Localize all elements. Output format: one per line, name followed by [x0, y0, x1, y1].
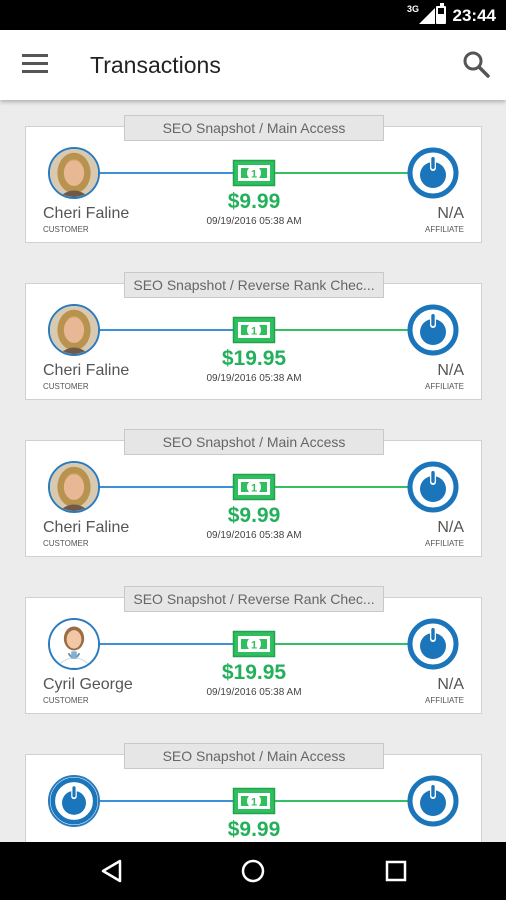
- customer-role: CUSTOMER: [43, 225, 89, 234]
- transaction-card[interactable]: SEO Snapshot / Main Access 1 $9.99: [25, 743, 482, 842]
- affiliate-name: N/A: [437, 205, 464, 222]
- customer-name: Cheri Faline: [43, 519, 130, 536]
- product-label: SEO Snapshot / Main Access: [124, 743, 384, 769]
- transaction-card[interactable]: SEO Snapshot / Main Access 1 Cheri Faline C…: [25, 429, 482, 557]
- money-icon: 1: [232, 473, 276, 501]
- affiliate-name: N/A: [437, 362, 464, 379]
- transaction-amount: $19.95: [221, 347, 287, 370]
- customer-avatar[interactable]: [48, 775, 100, 827]
- customer-role: CUSTOMER: [43, 382, 89, 391]
- signal-icon: [419, 8, 435, 24]
- svg-text:1: 1: [251, 483, 257, 495]
- customer-role: CUSTOMER: [43, 539, 89, 548]
- product-label: SEO Snapshot / Main Access: [124, 115, 384, 141]
- transaction-date: 09/19/2016 05:38 AM: [206, 687, 302, 698]
- network-type: 3G: [406, 4, 419, 14]
- affiliate-role: AFFILIATE: [425, 696, 464, 705]
- money-icon: 1: [232, 787, 276, 815]
- customer-role: CUSTOMER: [43, 696, 89, 705]
- transaction-date: 09/19/2016 05:38 AM: [206, 373, 302, 384]
- money-icon: 1: [232, 159, 276, 187]
- status-bar: 3G 23:44: [0, 0, 506, 30]
- affiliate-icon: [407, 775, 459, 827]
- connector-line: [98, 172, 236, 174]
- customer-name: Cheri Faline: [43, 362, 130, 379]
- svg-text:1: 1: [251, 640, 257, 652]
- customer-name: Cheri Faline: [43, 205, 130, 222]
- affiliate-icon: [407, 304, 459, 356]
- transaction-list[interactable]: SEO Snapshot / Main Access 1 Cheri Faline C…: [0, 100, 506, 842]
- customer-name: Cyril George: [43, 676, 133, 693]
- affiliate-name: N/A: [437, 519, 464, 536]
- connector-line: [272, 800, 412, 802]
- connector-line: [98, 486, 236, 488]
- connector-line: [272, 172, 412, 174]
- transaction-amount: $9.99: [227, 190, 281, 213]
- affiliate-icon: [407, 618, 459, 670]
- connector-line: [98, 643, 236, 645]
- customer-avatar[interactable]: [48, 618, 100, 670]
- affiliate-name: N/A: [437, 676, 464, 693]
- transaction-card[interactable]: SEO Snapshot / Main Access 1 Cheri Faline C…: [25, 115, 482, 243]
- page-title: Transactions: [90, 52, 221, 78]
- back-icon[interactable]: [100, 859, 124, 883]
- recents-icon[interactable]: [384, 859, 408, 883]
- product-label: SEO Snapshot / Reverse Rank Chec...: [124, 272, 384, 298]
- transaction-date: 09/19/2016 05:38 AM: [206, 216, 302, 227]
- product-label: SEO Snapshot / Main Access: [124, 429, 384, 455]
- customer-avatar[interactable]: [48, 304, 100, 356]
- search-icon[interactable]: [462, 50, 490, 78]
- transaction-card[interactable]: SEO Snapshot / Reverse Rank Chec... 1 Cher…: [25, 272, 482, 400]
- connector-line: [272, 329, 412, 331]
- connector-line: [272, 486, 412, 488]
- svg-text:1: 1: [251, 169, 257, 181]
- svg-text:1: 1: [251, 797, 257, 809]
- transaction-card[interactable]: SEO Snapshot / Reverse Rank Chec... 1 Cyri…: [25, 586, 482, 714]
- home-icon[interactable]: [241, 859, 265, 883]
- transaction-amount: $19.95: [221, 661, 287, 684]
- customer-avatar[interactable]: [48, 147, 100, 199]
- svg-text:1: 1: [251, 326, 257, 338]
- navigation-bar: [0, 842, 506, 900]
- menu-icon[interactable]: [22, 54, 48, 74]
- affiliate-role: AFFILIATE: [425, 539, 464, 548]
- battery-icon: [436, 3, 446, 24]
- connector-line: [98, 329, 236, 331]
- product-label: SEO Snapshot / Reverse Rank Chec...: [124, 586, 384, 612]
- clock: 23:44: [452, 6, 496, 25]
- money-icon: 1: [232, 630, 276, 658]
- affiliate-role: AFFILIATE: [425, 225, 464, 234]
- money-icon: 1: [232, 316, 276, 344]
- transaction-date: 09/19/2016 05:38 AM: [206, 530, 302, 541]
- affiliate-icon: [407, 147, 459, 199]
- connector-line: [98, 800, 236, 802]
- customer-avatar[interactable]: [48, 461, 100, 513]
- affiliate-icon: [407, 461, 459, 513]
- transaction-amount: $9.99: [227, 818, 281, 841]
- app-bar: Transactions: [0, 30, 506, 100]
- affiliate-role: AFFILIATE: [425, 382, 464, 391]
- transaction-amount: $9.99: [227, 504, 281, 527]
- connector-line: [272, 643, 412, 645]
